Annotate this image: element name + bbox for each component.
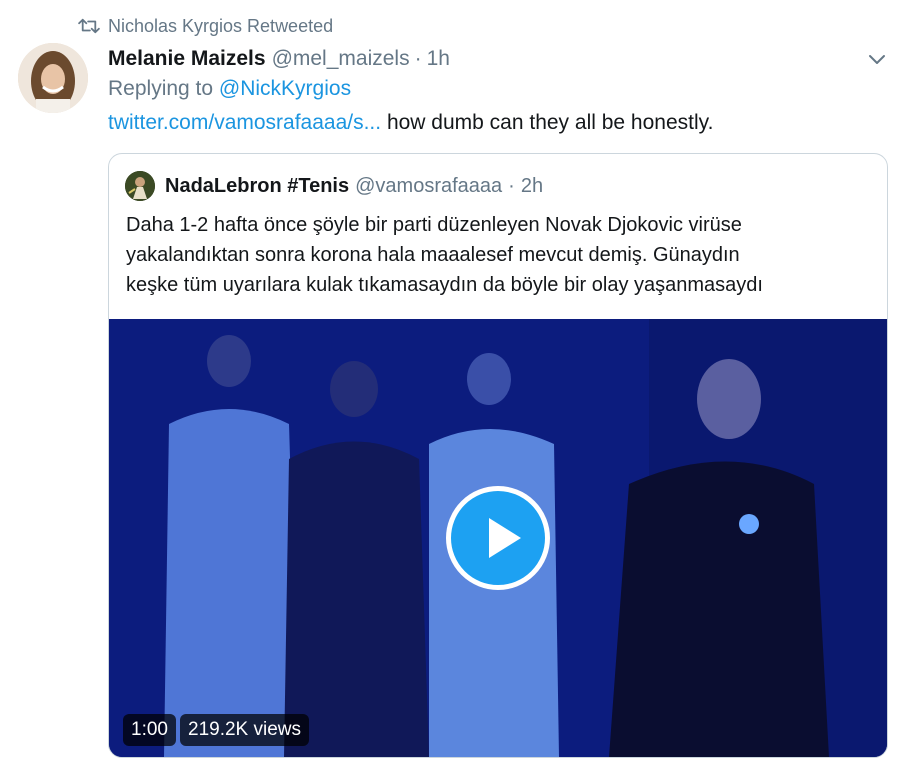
- quoted-tweet-header: NadaLebron #Tenis @vamosrafaaaa · 2h: [125, 171, 543, 201]
- tweet-text: twitter.com/vamosrafaaaa/s... how dumb c…: [108, 111, 713, 135]
- tweet-link[interactable]: twitter.com/vamosrafaaaa/s...: [108, 111, 381, 134]
- retweet-label: Nicholas Kyrgios Retweeted: [108, 15, 334, 36]
- avatar[interactable]: [18, 43, 88, 113]
- play-icon: [489, 518, 521, 558]
- retweet-indicator: Nicholas Kyrgios Retweeted: [78, 14, 333, 38]
- author-handle[interactable]: @mel_maizels: [272, 47, 410, 71]
- replying-to: Replying to @NickKyrgios: [108, 77, 351, 101]
- retweet-icon: [78, 18, 100, 34]
- quoted-tweet-text: Daha 1-2 hafta önce şöyle bir parti düze…: [126, 214, 763, 296]
- replying-handle-link[interactable]: @NickKyrgios: [219, 77, 351, 100]
- replying-prefix: Replying to: [108, 77, 214, 100]
- tweet-body: how dumb can they all be honestly.: [381, 111, 714, 134]
- quoted-author-handle: @vamosrafaaaa: [355, 174, 503, 197]
- quoted-tweet[interactable]: NadaLebron #Tenis @vamosrafaaaa · 2h Dah…: [108, 153, 888, 758]
- author-name[interactable]: Melanie Maizels: [108, 47, 266, 71]
- video-player[interactable]: 1:00 219.2K views: [109, 319, 887, 757]
- separator: ·: [414, 47, 422, 70]
- play-button[interactable]: [446, 486, 550, 590]
- tweet-time[interactable]: 1h: [427, 47, 450, 71]
- avatar-photo: [18, 43, 88, 113]
- quoted-avatar: [125, 171, 155, 201]
- tweet-header: Melanie Maizels @mel_maizels · 1h: [108, 44, 450, 74]
- video-views: 219.2K views: [180, 714, 310, 746]
- quoted-time: 2h: [520, 174, 544, 197]
- quoted-author-name: NadaLebron #Tenis: [165, 174, 350, 197]
- quoted-separator: ·: [508, 174, 515, 197]
- chevron-down-icon[interactable]: [866, 48, 888, 70]
- video-duration: 1:00: [123, 714, 176, 746]
- quoted-avatar-image: [125, 171, 155, 201]
